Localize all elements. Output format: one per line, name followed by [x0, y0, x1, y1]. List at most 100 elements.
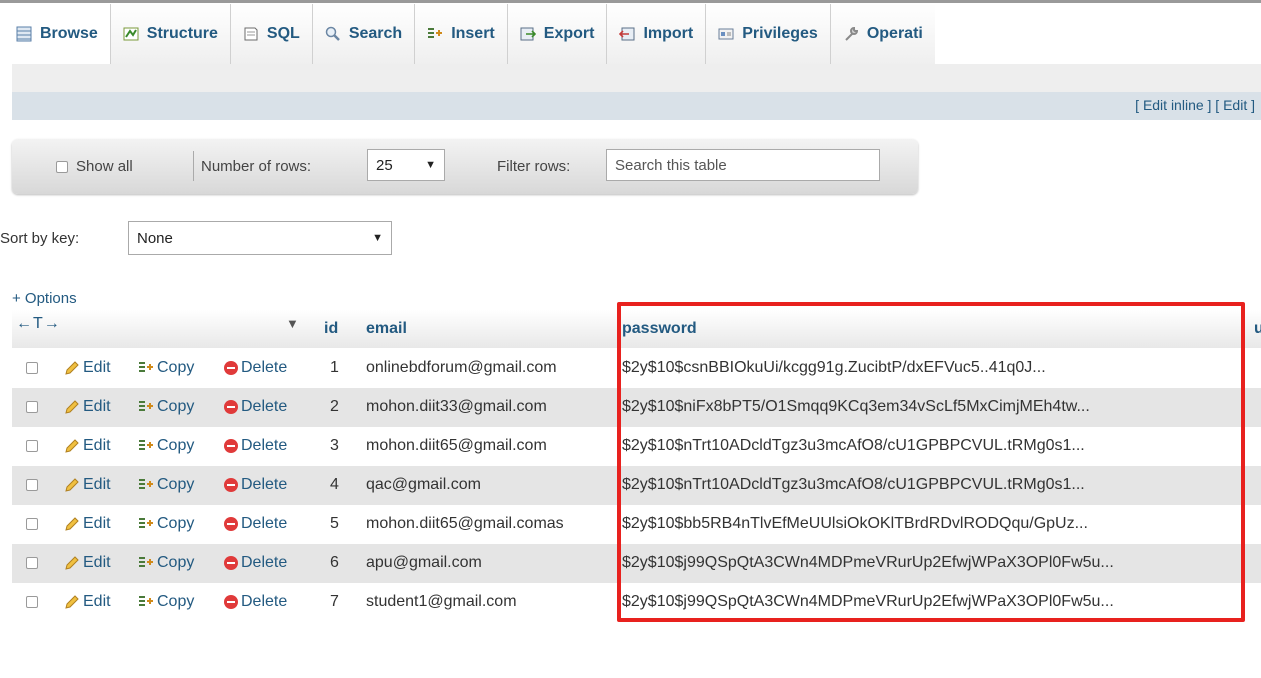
copy-row-link[interactable]: Copy [138, 554, 194, 572]
edit-row-link[interactable]: Edit [64, 554, 111, 572]
cell-id[interactable]: 5 [330, 515, 339, 533]
sort-by-key-label: Sort by key: [0, 230, 80, 247]
cell-email[interactable]: mohon.diit33@gmail.com [366, 398, 547, 416]
delete-label: Delete [241, 437, 288, 454]
cell-password[interactable]: $2y$10$nTrt10ADcldTgz3u3mcAfO8/cU1GPBPCV… [622, 437, 1085, 455]
copy-icon [139, 557, 153, 567]
row-checkbox[interactable] [26, 556, 38, 574]
cell-password[interactable]: $2y$10$niFx8bPT5/O1Smqq9KCq3em34vScLf5Mx… [622, 398, 1090, 416]
cell-email[interactable]: mohon.diit65@gmail.com [366, 437, 547, 455]
show-all-checkbox[interactable] [56, 160, 68, 173]
delete-label: Delete [241, 476, 288, 493]
copy-row-link[interactable]: Copy [138, 359, 194, 377]
copy-label: Copy [157, 437, 195, 454]
edit-row-link[interactable]: Edit [64, 359, 111, 377]
cell-password[interactable]: $2y$10$j99QSpQtA3CWn4MDPmeVRurUp2EfwjWPa… [622, 593, 1114, 611]
sort-arrow-icon[interactable]: ▼ [286, 316, 299, 331]
column-header-password[interactable]: password [622, 310, 697, 348]
delete-row-link[interactable]: Delete [224, 398, 287, 416]
edit-label: Edit [83, 398, 111, 415]
edit-row-link[interactable]: Edit [64, 476, 111, 494]
row-checkbox[interactable] [26, 439, 38, 457]
tab-insert[interactable]: Insert [415, 4, 508, 64]
edit-label: Edit [83, 476, 111, 493]
tab-import[interactable]: Import [607, 4, 707, 64]
tab-label: Structure [146, 25, 218, 42]
filter-rows-input[interactable]: Search this table [606, 149, 880, 181]
delete-row-link[interactable]: Delete [224, 476, 287, 494]
column-header-email[interactable]: email [366, 310, 407, 348]
rows-value: 25 [376, 156, 393, 174]
row-checkbox[interactable] [26, 595, 38, 613]
top-border [0, 0, 1261, 3]
tab-privileges[interactable]: Privileges [706, 4, 831, 64]
edit-row-link[interactable]: Edit [64, 515, 111, 533]
cell-email[interactable]: student1@gmail.com [366, 593, 517, 611]
edit-inline-link[interactable]: Edit inline [1143, 97, 1204, 113]
cell-id[interactable]: 6 [330, 554, 339, 572]
cell-password[interactable]: $2y$10$nTrt10ADcldTgz3u3mcAfO8/cU1GPBPCV… [622, 476, 1085, 494]
copy-icon [139, 479, 153, 489]
cell-id[interactable]: 1 [330, 359, 339, 377]
privileges-icon [718, 28, 734, 40]
cell-id[interactable]: 4 [330, 476, 339, 494]
edit-label: Edit [83, 554, 111, 571]
copy-row-link[interactable]: Copy [138, 593, 194, 611]
copy-label: Copy [157, 476, 195, 493]
copy-row-link[interactable]: Copy [138, 476, 194, 494]
cell-email[interactable]: onlinebdforum@gmail.com [366, 359, 557, 377]
export-icon [520, 27, 536, 41]
row-checkbox[interactable] [26, 478, 38, 496]
options-link[interactable]: + Options [12, 290, 77, 307]
rows-per-page-select[interactable]: 25 ▼ [367, 149, 445, 181]
table-row: Edit Copy Delete 2 mohon.diit33@gmail.com $2y… [12, 388, 1261, 427]
cell-email[interactable]: qac@gmail.com [366, 476, 481, 494]
delete-icon [224, 556, 238, 570]
tab-structure[interactable]: Structure [110, 4, 231, 64]
pencil-icon [65, 400, 79, 414]
edit-links: [ Edit inline ] [ Edit ] [1135, 97, 1255, 113]
tab-label: Browse [40, 25, 98, 42]
cell-password[interactable]: $2y$10$j99QSpQtA3CWn4MDPmeVRurUp2EfwjWPa… [622, 554, 1114, 572]
edit-row-link[interactable]: Edit [64, 593, 111, 611]
show-all[interactable]: Show all [56, 158, 133, 175]
tab-operations[interactable]: Operati [830, 4, 935, 64]
pencil-icon [65, 478, 79, 492]
pencil-icon [65, 556, 79, 570]
delete-row-link[interactable]: Delete [224, 437, 287, 455]
column-header-id[interactable]: id [324, 310, 338, 348]
copy-icon [139, 518, 153, 528]
cell-id[interactable]: 3 [330, 437, 339, 455]
cell-id[interactable]: 2 [330, 398, 339, 416]
copy-row-link[interactable]: Copy [138, 437, 194, 455]
row-checkbox[interactable] [26, 517, 38, 535]
edit-link[interactable]: Edit [1223, 97, 1247, 113]
cell-email[interactable]: mohon.diit65@gmail.comas [366, 515, 564, 533]
cell-password[interactable]: $2y$10$csnBBIOkuUi/kcgg91g.ZucibtP/dxEFV… [622, 359, 1046, 377]
tab-sql[interactable]: SQL [230, 4, 313, 64]
cell-password[interactable]: $2y$10$bb5RB4nTlvEfMeUUlsiOkOKlTBrdRDvlR… [622, 515, 1088, 533]
cell-id[interactable]: 7 [330, 593, 339, 611]
delete-row-link[interactable]: Delete [224, 554, 287, 572]
tab-export[interactable]: Export [507, 4, 608, 64]
bracket: ] [ [1203, 97, 1224, 113]
tab-label: Import [643, 25, 694, 42]
edit-row-link[interactable]: Edit [64, 437, 111, 455]
sort-by-key-select[interactable]: None ▼ [128, 221, 392, 255]
copy-row-link[interactable]: Copy [138, 515, 194, 533]
copy-row-link[interactable]: Copy [138, 398, 194, 416]
bracket: [ [1135, 97, 1143, 113]
cell-email[interactable]: apu@gmail.com [366, 554, 482, 572]
number-of-rows-label: Number of rows: [201, 158, 312, 175]
column-arrows[interactable]: ←T→ [16, 315, 61, 333]
column-header-next[interactable]: u [1254, 310, 1261, 348]
delete-row-link[interactable]: Delete [224, 515, 287, 533]
delete-icon [224, 400, 238, 414]
edit-row-link[interactable]: Edit [64, 398, 111, 416]
tab-search[interactable]: Search [312, 4, 416, 64]
delete-row-link[interactable]: Delete [224, 593, 287, 611]
row-checkbox[interactable] [26, 400, 38, 418]
row-checkbox[interactable] [26, 361, 38, 379]
tab-browse[interactable]: Browse [0, 4, 111, 64]
delete-row-link[interactable]: Delete [224, 359, 287, 377]
